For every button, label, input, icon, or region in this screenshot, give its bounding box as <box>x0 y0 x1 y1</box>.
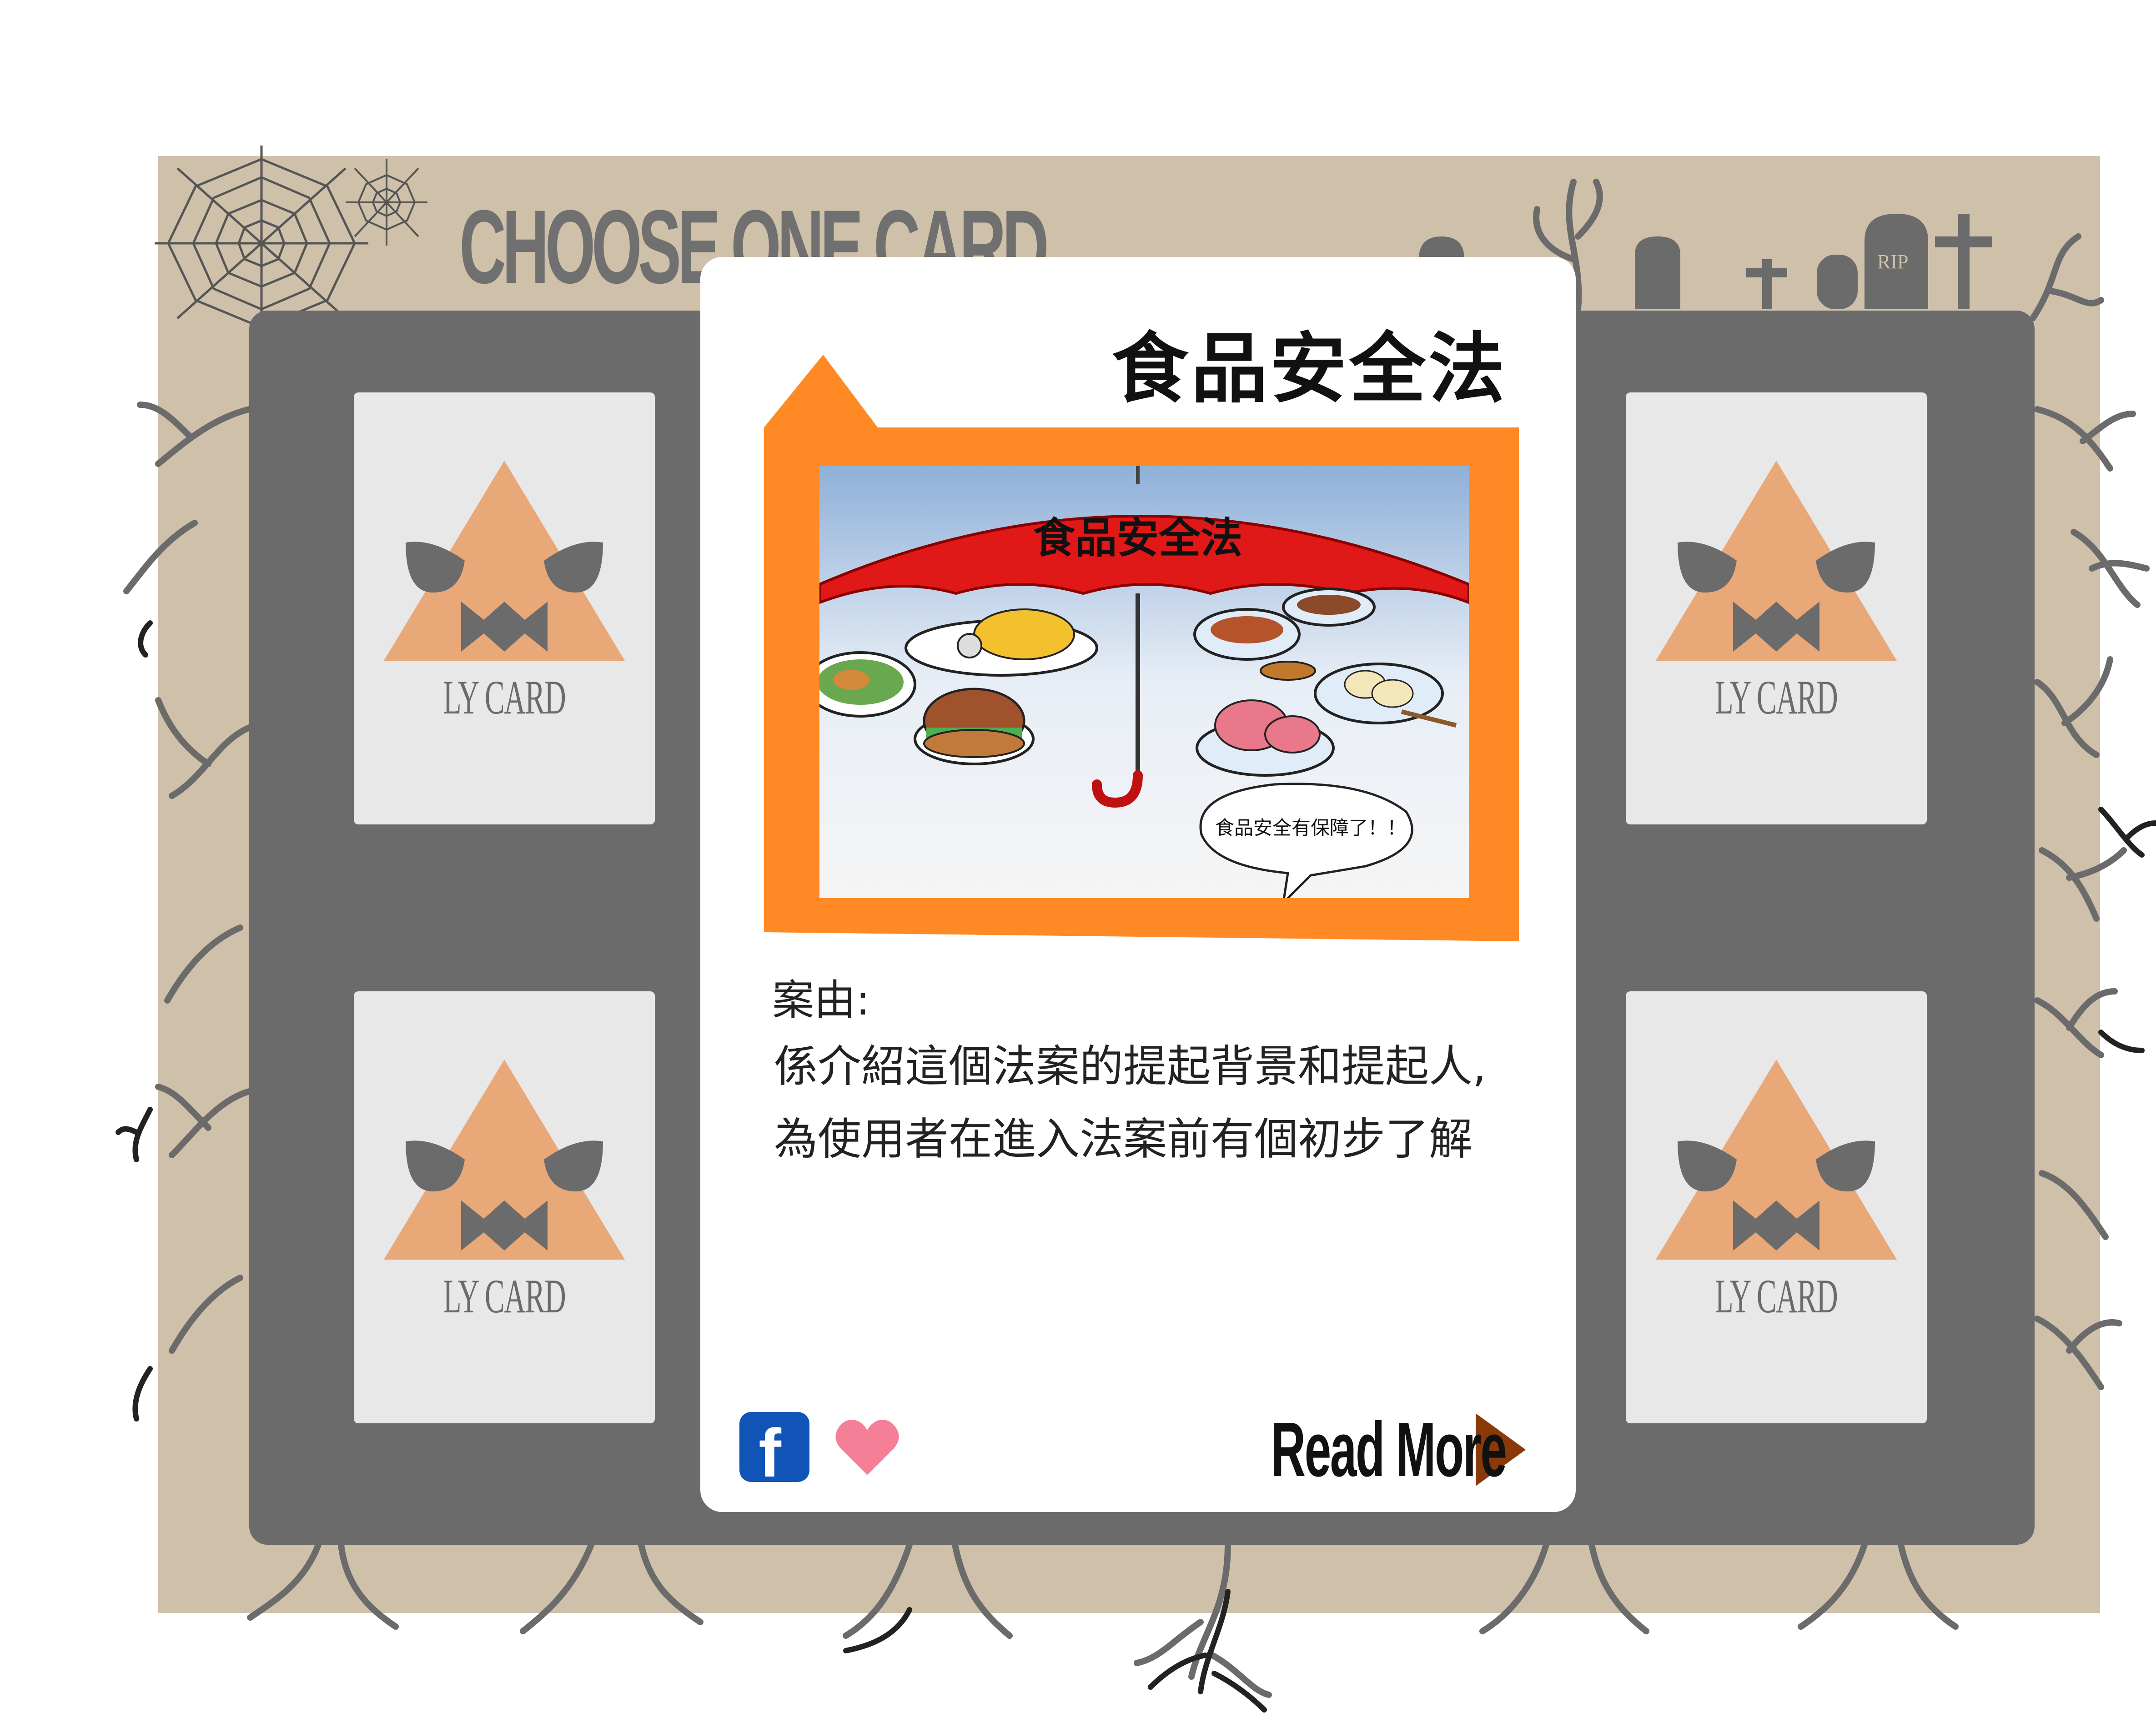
speech-bubble-text: 食品安全有保障了！！ <box>1215 817 1406 839</box>
card-slot[interactable]: LY CARD <box>1626 991 1927 1423</box>
law-detail-card: 食品安全法 食品安全法 食品安全有保障了！！ 案由: 係介紹這個法案的提起背景和… <box>700 257 1576 1512</box>
facebook-icon: f <box>759 1415 781 1491</box>
food-safety-illustration: 食品安全法 食品安全有保障了！！ <box>819 466 1469 898</box>
facebook-share-button[interactable]: f <box>739 1412 809 1491</box>
pumpkin-face-icon <box>1656 461 1897 661</box>
card-back-label: LY CARD <box>443 1270 566 1323</box>
section-label: 案由: <box>772 976 870 1025</box>
pumpkin-face-icon <box>384 461 625 661</box>
card-slot[interactable]: LY CARD <box>354 991 655 1423</box>
rip-text: RIP <box>1877 251 1908 273</box>
section-line: 為使用者在進入法案前有個初步了解 <box>774 1114 1473 1165</box>
spider-web-icon <box>346 159 427 246</box>
heart-icon[interactable] <box>832 1412 902 1482</box>
read-more-label: Read More <box>1271 1407 1507 1493</box>
umbrella-text: 食品安全法 <box>1033 514 1242 563</box>
pumpkin-face-icon <box>1656 1060 1897 1260</box>
card-back-label: LY CARD <box>443 671 566 724</box>
card-back-label: LY CARD <box>1715 1270 1838 1323</box>
read-more-button[interactable]: Read More <box>1271 1405 1526 1494</box>
section-body: 係介紹這個法案的提起背景和提起人, 為使用者在進入法案前有個初步了解 <box>774 1030 1547 1175</box>
card-back-label: LY CARD <box>1715 671 1838 724</box>
section-line: 係介紹這個法案的提起背景和提起人, <box>774 1041 1487 1092</box>
pumpkin-face-icon <box>384 1060 625 1260</box>
card-slot[interactable]: LY CARD <box>1626 392 1927 824</box>
spider-web-icon <box>155 146 368 337</box>
card-slot[interactable]: LY CARD <box>354 392 655 824</box>
